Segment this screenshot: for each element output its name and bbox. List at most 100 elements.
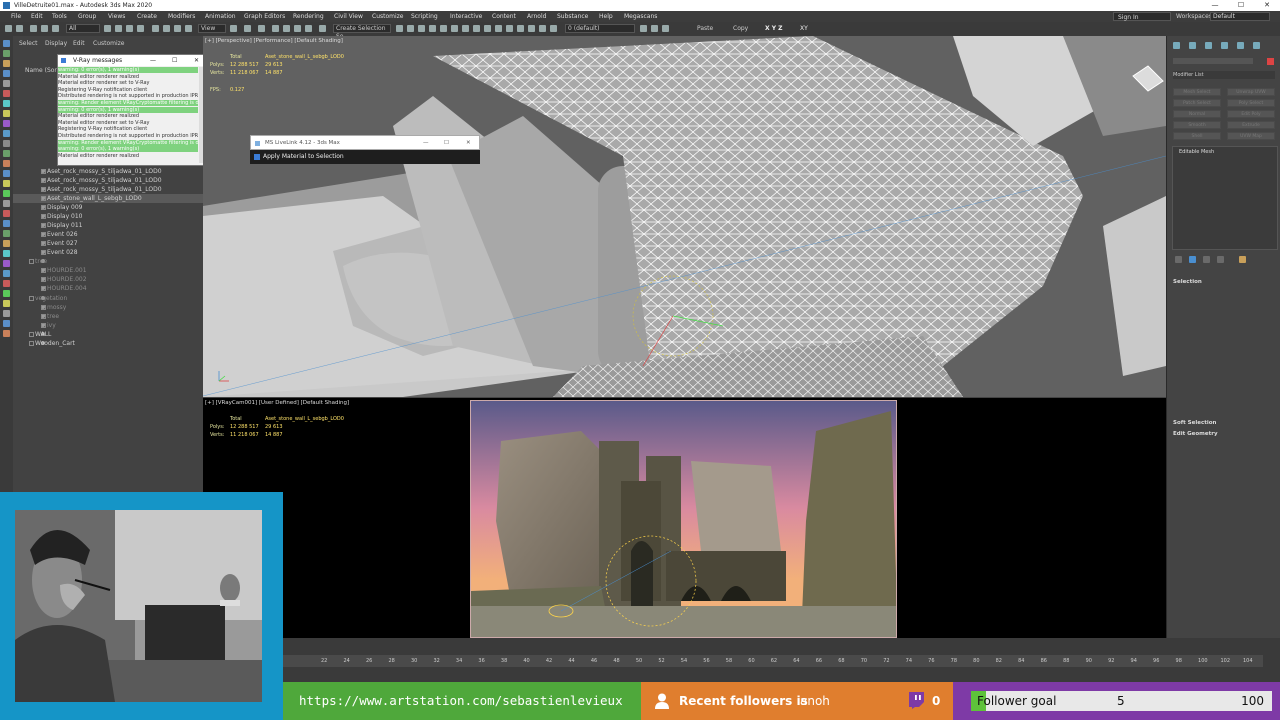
snaps-toggle-icon[interactable] xyxy=(272,25,279,32)
modifier-button-patch-select[interactable]: Patch Select xyxy=(1173,99,1221,107)
scene-row[interactable]: vegetation xyxy=(13,294,203,303)
reference-coordinate-dropdown[interactable]: View xyxy=(198,24,226,33)
menu-item-views[interactable]: Views xyxy=(108,11,125,22)
menu-item-rendering[interactable]: Rendering xyxy=(293,11,324,22)
modifier-button-normal[interactable]: Normal xyxy=(1173,110,1221,118)
filter-geometry-icon[interactable] xyxy=(3,80,10,87)
vray-minimize-button[interactable]: — xyxy=(150,55,156,66)
scene-tab-customize[interactable]: Customize xyxy=(93,36,125,52)
scene-row[interactable]: tree xyxy=(13,257,203,266)
scene-row[interactable]: Aset_rock_mossy_S_tiljadwa_01_LOD0 xyxy=(13,185,203,194)
modifier-button-uvw-map[interactable]: UVW Map xyxy=(1227,132,1275,140)
filter-xrefs-icon[interactable] xyxy=(3,150,10,157)
pin-stack-icon[interactable] xyxy=(1175,256,1182,263)
menu-item-civil-view[interactable]: Civil View xyxy=(334,11,363,22)
scene-row[interactable]: WALL xyxy=(13,330,203,339)
property-icon[interactable] xyxy=(3,320,10,327)
scene-row[interactable]: Aset_stone_wall_L_sebgb_LOD0 xyxy=(13,194,203,203)
configure-modifier-sets-icon[interactable] xyxy=(1239,256,1246,263)
filter-none-icon[interactable] xyxy=(3,210,10,217)
pivot-icon[interactable] xyxy=(230,25,237,32)
create-tab-icon[interactable] xyxy=(1173,42,1180,49)
menu-item-help[interactable]: Help xyxy=(599,11,613,22)
menu-item-create[interactable]: Create xyxy=(137,11,157,22)
new-layer-icon[interactable] xyxy=(640,25,647,32)
edit-geometry-rollout[interactable]: Edit Geometry xyxy=(1173,431,1218,437)
layer-sort-icon[interactable] xyxy=(3,330,10,337)
menu-item-megascans[interactable]: Megascans xyxy=(624,11,657,22)
material-editor-icon[interactable] xyxy=(473,25,480,32)
selection-rollout[interactable]: Selection xyxy=(1173,279,1202,285)
remove-modifier-icon[interactable] xyxy=(1217,256,1224,263)
soft-selection-rollout[interactable]: Soft Selection xyxy=(1173,420,1216,426)
xy-plane-constraint[interactable]: XY xyxy=(800,24,808,33)
vray-render-icon[interactable] xyxy=(528,25,535,32)
modifier-button-edit-poly[interactable]: Edit Poly xyxy=(1227,110,1275,118)
filter-helpers-icon[interactable] xyxy=(3,120,10,127)
scale-icon[interactable] xyxy=(174,25,181,32)
menu-item-customize[interactable]: Customize xyxy=(372,11,404,22)
paste-button[interactable]: Paste xyxy=(697,24,713,33)
modifier-button-extrude[interactable]: Extrude xyxy=(1227,121,1275,129)
select-manipulate-icon[interactable] xyxy=(244,25,251,32)
placement-icon[interactable] xyxy=(185,25,192,32)
scene-row[interactable]: HOURDE.002 xyxy=(13,275,203,284)
filter-shapes-icon[interactable] xyxy=(3,90,10,97)
megascans-icon[interactable] xyxy=(550,25,557,32)
axis-constraints[interactable]: X Y Z xyxy=(765,24,783,33)
modifier-button-unwrap-uvw[interactable]: Unwrap UVW xyxy=(1227,88,1275,96)
unlink-icon[interactable] xyxy=(41,25,48,32)
percent-snap-icon[interactable] xyxy=(294,25,301,32)
filter-bones-icon[interactable] xyxy=(3,160,10,167)
scene-row[interactable]: Display 010 xyxy=(13,212,203,221)
named-selection-dropdown[interactable]: Create Selection Se xyxy=(333,24,391,40)
scene-row[interactable]: Aset_rock_mossy_S_tiljadwa_01_LOD0 xyxy=(13,167,203,176)
modifier-stack-item[interactable]: Editable Mesh xyxy=(1179,149,1214,155)
filter-invert-icon[interactable] xyxy=(3,220,10,227)
undo-icon[interactable] xyxy=(5,25,12,32)
menu-item-file[interactable]: File xyxy=(11,11,21,22)
add-to-layer-icon[interactable] xyxy=(651,25,658,32)
show-end-result-icon[interactable] xyxy=(1189,256,1196,263)
scene-row[interactable]: Event 028 xyxy=(13,248,203,257)
scene-row[interactable]: Display 011 xyxy=(13,221,203,230)
scene-row[interactable]: HOURDE.001 xyxy=(13,266,203,275)
modifier-button-smooth[interactable]: Smooth xyxy=(1173,121,1221,129)
lock-icon[interactable] xyxy=(3,250,10,257)
menu-item-modifiers[interactable]: Modifiers xyxy=(168,11,195,22)
object-name-field[interactable] xyxy=(1173,58,1253,64)
display-tab-icon[interactable] xyxy=(1237,42,1244,49)
mslivelink-minimize-button[interactable]: — xyxy=(423,136,429,151)
pin-icon[interactable] xyxy=(3,260,10,267)
scene-row[interactable]: Event 027 xyxy=(13,239,203,248)
scene-row[interactable]: ivy xyxy=(13,321,203,330)
align-icon[interactable] xyxy=(407,25,414,32)
link-icon[interactable] xyxy=(30,25,37,32)
schematic-view-icon[interactable] xyxy=(462,25,469,32)
filter-containers-icon[interactable] xyxy=(3,170,10,177)
mslivelink-close-button[interactable]: ✕ xyxy=(466,136,471,151)
filter-frozen-icon[interactable] xyxy=(3,180,10,187)
render-setup-icon[interactable] xyxy=(484,25,491,32)
find-icon[interactable] xyxy=(3,240,10,247)
menu-item-content[interactable]: Content xyxy=(492,11,516,22)
vray-close-button[interactable]: ✕ xyxy=(194,55,199,66)
menu-item-arnold[interactable]: Arnold xyxy=(527,11,546,22)
utilities-tab-icon[interactable] xyxy=(1253,42,1260,49)
vray-frame-buffer-icon[interactable] xyxy=(539,25,546,32)
scene-tab-select[interactable]: Select xyxy=(19,36,38,52)
select-tool-icon[interactable] xyxy=(3,40,10,47)
filter-hidden-icon[interactable] xyxy=(3,190,10,197)
filter-spacewarps-icon[interactable] xyxy=(3,130,10,137)
material-icon[interactable] xyxy=(3,280,10,287)
mirror-icon[interactable] xyxy=(396,25,403,32)
menu-item-animation[interactable]: Animation xyxy=(205,11,236,22)
vray-messages-titlebar[interactable]: V-Ray messages — ☐ ✕ xyxy=(58,55,206,66)
object-color-swatch[interactable] xyxy=(1267,58,1274,65)
angle-snap-icon[interactable] xyxy=(283,25,290,32)
motion-tab-icon[interactable] xyxy=(1221,42,1228,49)
perspective-viewport[interactable]: [+] [Perspective] [Performance] [Default… xyxy=(203,36,1166,397)
modifier-button-mesh-select[interactable]: Mesh Select xyxy=(1173,88,1221,96)
layer-tool-icon[interactable] xyxy=(3,60,10,67)
menu-item-group[interactable]: Group xyxy=(78,11,96,22)
